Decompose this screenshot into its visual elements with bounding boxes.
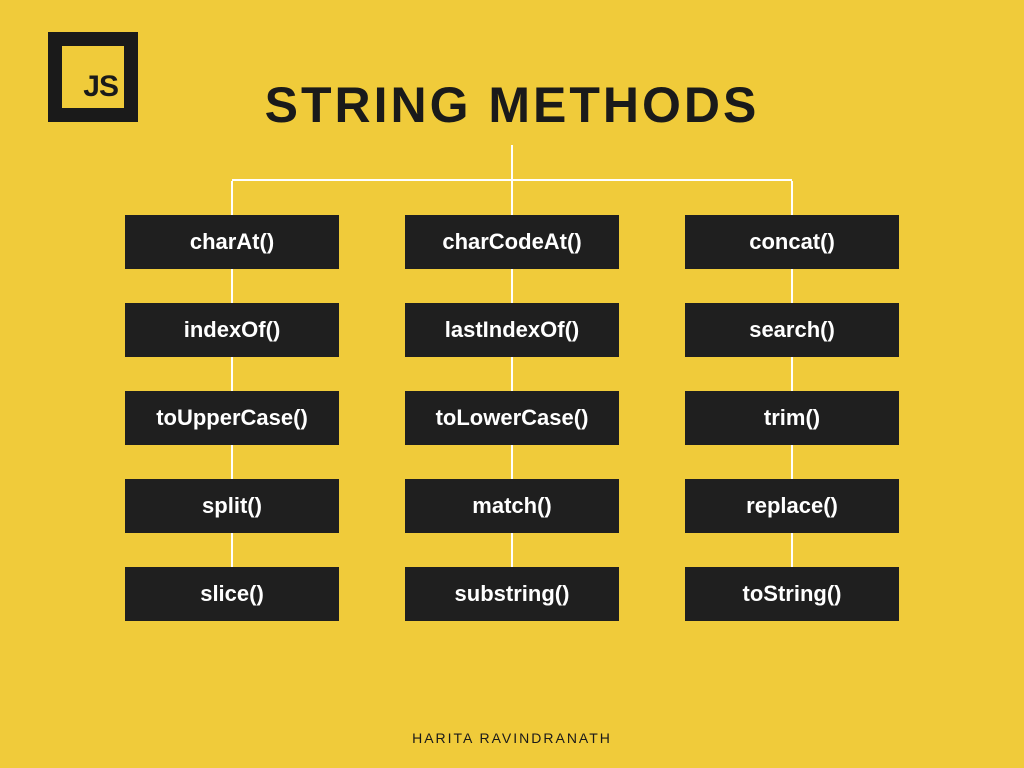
method-label: search() [749,317,835,343]
connector-vertical [231,181,233,215]
author-credit: HARITA RAVINDRANATH [0,730,1024,746]
column-1: charAt() indexOf() toUpperCase() split()… [125,181,339,621]
method-box: trim() [685,391,899,445]
connector-vertical [231,445,233,479]
method-label: toLowerCase() [436,405,589,431]
method-box: charAt() [125,215,339,269]
connector-vertical [231,533,233,567]
method-label: slice() [200,581,264,607]
method-box: split() [125,479,339,533]
connector-vertical [511,357,513,391]
method-box: lastIndexOf() [405,303,619,357]
method-label: split() [202,493,262,519]
connector-vertical [791,269,793,303]
method-box: toLowerCase() [405,391,619,445]
column-3: concat() search() trim() replace() toStr… [685,181,899,621]
method-box: match() [405,479,619,533]
method-box: concat() [685,215,899,269]
connector-vertical [231,357,233,391]
method-box: indexOf() [125,303,339,357]
method-label: lastIndexOf() [445,317,579,343]
method-label: match() [472,493,551,519]
columns-wrapper: charAt() indexOf() toUpperCase() split()… [125,181,899,621]
column-2: charCodeAt() lastIndexOf() toLowerCase()… [405,181,619,621]
method-label: trim() [764,405,820,431]
diagram-container: charAt() indexOf() toUpperCase() split()… [0,145,1024,621]
connector-vertical [511,269,513,303]
connector-vertical [511,445,513,479]
method-label: replace() [746,493,838,519]
method-box: toString() [685,567,899,621]
connector-vertical-top [511,145,513,179]
connector-horizontal [232,179,792,181]
connector-vertical [791,533,793,567]
method-box: replace() [685,479,899,533]
method-label: substring() [455,581,570,607]
method-label: concat() [749,229,835,255]
connector-vertical [791,181,793,215]
method-box: charCodeAt() [405,215,619,269]
connector-vertical [511,181,513,215]
page-title: STRING METHODS [0,76,1024,134]
method-label: toUpperCase() [156,405,308,431]
method-box: toUpperCase() [125,391,339,445]
connector-vertical [791,357,793,391]
connector-vertical [231,269,233,303]
method-label: charAt() [190,229,274,255]
method-label: toString() [743,581,842,607]
method-box: slice() [125,567,339,621]
connector-vertical [791,445,793,479]
method-label: charCodeAt() [442,229,581,255]
connector-vertical [511,533,513,567]
method-box: substring() [405,567,619,621]
method-label: indexOf() [184,317,281,343]
method-box: search() [685,303,899,357]
